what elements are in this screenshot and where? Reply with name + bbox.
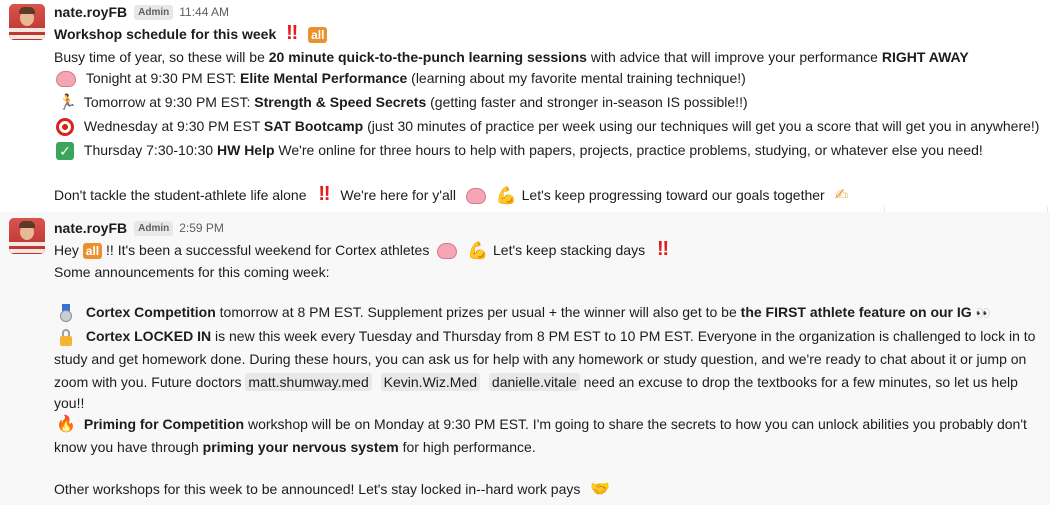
item-post: (learning about my favorite mental train… [407,70,746,86]
message-1: nate.royFB Admin 11:44 AM Workshop sched… [0,0,1050,212]
list-item: Tonight at 9:30 PM EST: Elite Mental Per… [56,68,746,88]
item-bold: priming your nervous system [202,439,399,455]
item-text: need an excuse to drop the textbooks for… [579,374,1018,390]
intro-mid: with advice that will improve your perfo… [586,49,882,65]
username[interactable]: nate.royFB [54,4,127,20]
closing-line: Don't tackle the student-athlete life al… [54,184,853,205]
intro-line: Busy time of year, so these will be 20 m… [54,47,969,67]
medal-icon [58,304,74,323]
list-item: 🔥 Priming for Competition workshop will … [56,414,1027,434]
item-post: (just 30 minutes of practice per week us… [363,118,1040,134]
item-bold: Cortex LOCKED IN [85,328,212,344]
item-post: for high performance. [398,439,536,455]
double-exclamation-icon: ‼ [318,183,330,205]
item-bold: Priming for Competition [83,416,245,432]
item-text: know you have through [54,439,203,455]
username[interactable]: nate.royFB [54,220,127,236]
brain-icon [56,71,76,88]
mention-all[interactable]: all [82,243,103,260]
item-post: We're online for three hours to help wit… [274,142,983,158]
item-bold: Elite Mental Performance [239,70,408,86]
list-item: 🏃 Tomorrow at 9:30 PM EST: Strength & Sp… [58,92,748,112]
intro-bold: 20 minute quick-to-the-punch learning se… [268,49,587,65]
item-bold: HW Help [216,142,275,158]
item-text: is new this week every Tuesday and Thurs… [211,328,1036,344]
closing-text: Don't tackle the student-athlete life al… [54,187,307,203]
item-text: workshop will be on Monday at 9:30 PM ES… [244,416,1027,432]
avatar[interactable] [9,218,45,254]
item-text: tomorrow at 8 PM EST. Supplement prizes … [215,304,741,320]
closing-text-3: Let's keep progressing toward our goals … [521,187,825,203]
brain-icon [437,243,458,260]
intro-bold-2: RIGHT AWAY [881,49,969,65]
list-item: Cortex LOCKED IN is new this week every … [58,326,1036,347]
item-text: Tomorrow at 9:30 PM EST: [83,94,255,110]
flexed-biceps-icon: 💪 [467,241,489,261]
writing-hand-icon: ✍ [834,187,848,205]
list-item: Cortex Competition tomorrow at 8 PM EST.… [58,302,991,323]
message-header: nate.royFB Admin 11:44 AM [54,2,229,22]
hey-end: Let's keep stacking days [493,242,646,258]
hey-line: Hey all !! It's been a successful weeken… [54,238,669,261]
brain-icon [465,188,486,205]
item-text: Wednesday at 9:30 PM EST [83,118,264,134]
announce-line: Some announcements for this coming week: [54,264,330,280]
list-item: ✓ Thursday 7:30-10:30 HW Help We're onli… [56,140,983,161]
message-title: Workshop schedule for this week [54,26,277,42]
admin-badge: Admin [134,220,174,236]
other-text: Other workshops for this week to be anno… [54,481,581,497]
message-2: nate.royFB Admin 2:59 PM Hey all !! It's… [0,212,1050,505]
timestamp[interactable]: 11:44 AM [179,5,229,19]
eyes-icon: 👀 [975,306,991,321]
continuation-line: you!! [54,395,85,411]
hey-text: Hey [54,242,79,258]
lock-icon [58,328,74,347]
item-bold: Strength & Speed Secrets [254,94,427,110]
handshake-icon: 🤝 [590,481,611,499]
timestamp[interactable]: 2:59 PM [179,221,224,235]
double-exclamation-icon: ‼ [656,238,669,260]
item-text: Thursday 7:30-10:30 [83,142,217,158]
hey-post: !! It's been a successful weekend for Co… [106,242,430,258]
item-bold: Cortex Competition [85,304,216,320]
item-text: Tonight at 9:30 PM EST: [85,70,240,86]
continuation-line: zoom with you. Future doctors matt.shumw… [54,372,1018,392]
list-item: Wednesday at 9:30 PM EST SAT Bootcamp (j… [56,116,1040,137]
item-bold: SAT Bootcamp [263,118,364,134]
item-bold-2: the FIRST athlete feature on our IG [740,304,972,320]
closing-text-2: We're here for y'all [340,187,456,203]
continuation-line: know you have through priming your nervo… [54,437,536,457]
user-mention[interactable]: danielle.vitale [488,373,580,391]
avatar[interactable] [9,4,45,40]
other-line: Other workshops for this week to be anno… [54,479,610,499]
message-header: nate.royFB Admin 2:59 PM [54,218,224,238]
admin-badge: Admin [134,4,174,20]
mention-all[interactable]: all [308,27,328,44]
check-icon: ✓ [56,142,74,161]
flexed-biceps-icon: 💪 [495,186,517,206]
runner-icon: 🏃 [58,94,77,112]
user-mention[interactable]: Kevin.Wiz.Med [380,373,481,391]
target-icon [56,118,74,137]
user-mention[interactable]: matt.shumway.med [245,373,372,391]
fire-icon: 🔥 [56,416,76,434]
continuation-line: study and get homework done. During thes… [54,351,1027,367]
message-title-line: Workshop schedule for this week ‼ all [54,22,328,44]
item-post: (getting faster and stronger in-season I… [426,94,748,110]
item-text: zoom with you. Future doctors [54,374,246,390]
double-exclamation-icon: ‼ [286,22,298,44]
intro-text: Busy time of year, so these will be [54,49,269,65]
